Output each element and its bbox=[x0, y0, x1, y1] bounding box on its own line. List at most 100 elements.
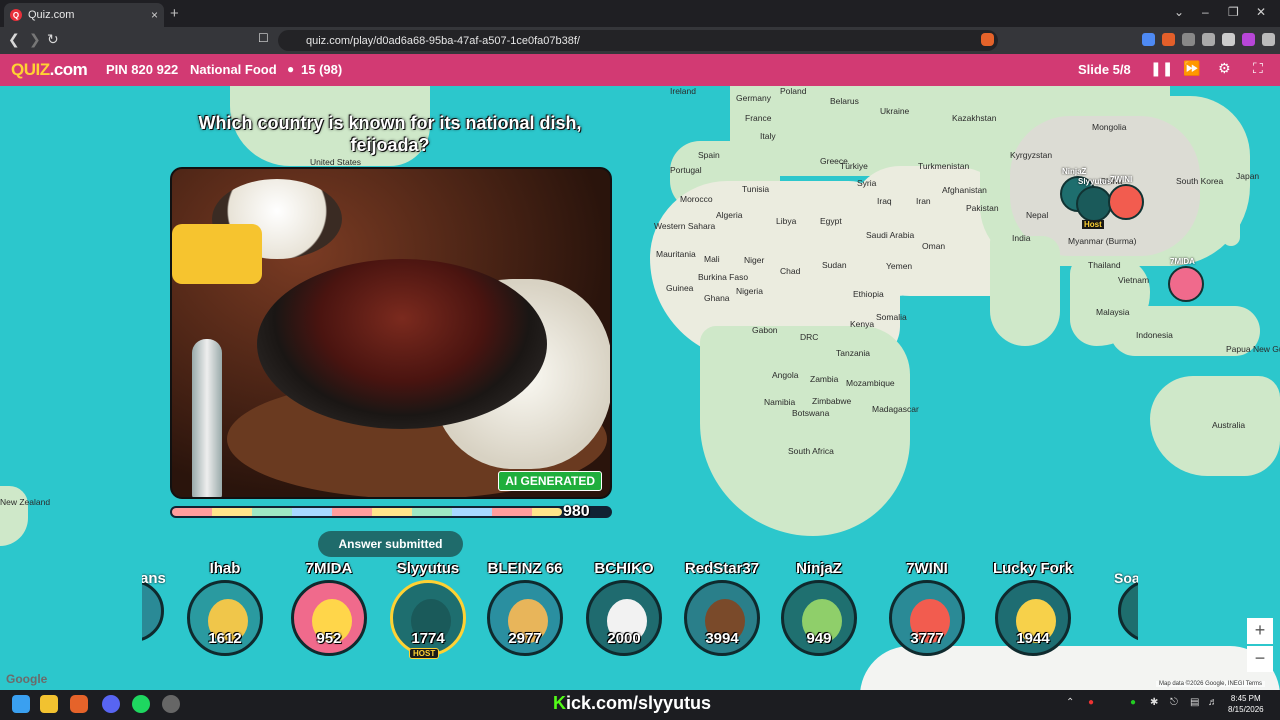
map-label: Botswana bbox=[792, 408, 830, 418]
start-icon[interactable] bbox=[12, 695, 30, 713]
map-marker-name: NinjaZ bbox=[1062, 167, 1087, 176]
player-card[interactable]: 7MIDA 952 bbox=[284, 560, 374, 656]
bluetooth-icon[interactable]: ✱ bbox=[1150, 697, 1158, 708]
leo-icon[interactable] bbox=[1242, 33, 1255, 46]
kick-channel-label: Kick.com/slyyutus bbox=[553, 693, 712, 713]
new-tab-button[interactable]: + bbox=[170, 5, 179, 22]
puzzle-icon[interactable] bbox=[1182, 33, 1195, 46]
forward-icon[interactable]: ❯ bbox=[29, 31, 41, 48]
player-card[interactable]: RedStar37 3994 bbox=[677, 560, 767, 656]
map-label: Tunisia bbox=[742, 184, 770, 194]
fullscreen-icon[interactable]: ⛶ bbox=[1253, 60, 1263, 77]
settings-icon[interactable]: ⚙ bbox=[1218, 60, 1231, 77]
bookmark-icon[interactable]: ☐ bbox=[258, 31, 269, 45]
address-bar[interactable]: quiz.com/play/d0ad6a68-95ba-47af-a507-1c… bbox=[278, 30, 998, 51]
translate-extension-icon[interactable] bbox=[1142, 33, 1155, 46]
map-label: Myanmar (Burma) bbox=[1068, 236, 1137, 246]
pause-icon[interactable]: ❚❚ bbox=[1150, 60, 1173, 77]
tab-search-icon[interactable]: ⌄ bbox=[1174, 5, 1184, 19]
map-label: Ghana bbox=[704, 293, 730, 303]
network-icon[interactable]: ▤ bbox=[1190, 697, 1199, 708]
menu-icon[interactable] bbox=[1262, 33, 1275, 46]
answer-submitted-badge: Answer submitted bbox=[318, 531, 463, 557]
spoon-illustration bbox=[192, 339, 222, 497]
sidebar-icon[interactable] bbox=[1222, 33, 1235, 46]
map-label: Kenya bbox=[850, 319, 875, 329]
player-name: RedStar37 bbox=[684, 560, 760, 577]
spotify-icon[interactable] bbox=[132, 695, 150, 713]
brave-shield-icon[interactable] bbox=[981, 33, 994, 46]
taskbar-clock[interactable]: 8:45 PM 8/15/2026 bbox=[1228, 693, 1264, 715]
brave-taskbar-icon[interactable] bbox=[70, 695, 88, 713]
player-score: 3994 bbox=[705, 630, 739, 647]
quiz-name: National Food bbox=[190, 62, 277, 77]
timer-bar-fill bbox=[172, 508, 562, 516]
file-explorer-icon[interactable] bbox=[40, 695, 58, 713]
ai-generated-badge: AI GENERATED bbox=[498, 471, 602, 491]
player-name: Slyyutus bbox=[396, 560, 460, 577]
map-player-marker[interactable] bbox=[1108, 184, 1144, 220]
map-label: Somalia bbox=[876, 312, 907, 322]
volume-icon[interactable]: ♬ bbox=[1208, 697, 1218, 708]
map-label: Iran bbox=[916, 196, 931, 206]
map-label: Namibia bbox=[764, 397, 796, 407]
south-africa-land bbox=[700, 326, 910, 536]
map-attribution[interactable]: Map data ©2026 Google, INEGI Terms bbox=[1156, 681, 1266, 687]
map-label: Niger bbox=[744, 255, 765, 265]
media-icon[interactable] bbox=[1202, 33, 1215, 46]
map-label: India bbox=[1012, 233, 1031, 243]
player-card[interactable]: Slyyutus 1774 HOST bbox=[383, 560, 473, 659]
player-name: 7MIDA bbox=[305, 560, 353, 577]
player-name: NinjaZ bbox=[796, 560, 842, 577]
back-icon[interactable]: ❮ bbox=[8, 31, 20, 48]
browser-tab-quiz[interactable]: Q Quiz.com × bbox=[4, 3, 164, 27]
skip-icon[interactable]: ⏩ bbox=[1183, 60, 1200, 77]
map-marker-name: 7WINI bbox=[1110, 175, 1133, 184]
player-card[interactable]: BLEINZ 66 2977 bbox=[480, 560, 570, 656]
map-label: Saudi Arabia bbox=[866, 230, 915, 240]
obs-icon[interactable] bbox=[162, 695, 180, 713]
tab-close-icon[interactable]: × bbox=[151, 8, 158, 22]
map-label: Nigeria bbox=[736, 286, 763, 296]
players-icon: ● bbox=[287, 62, 295, 76]
map-label: Malaysia bbox=[1096, 307, 1130, 317]
map-host-tag: Host bbox=[1082, 220, 1104, 229]
player-edge-right: Soarta bbox=[1114, 560, 1138, 645]
reload-icon[interactable]: ↻ bbox=[47, 31, 59, 48]
map-label: Chad bbox=[780, 266, 801, 276]
map-label: Pakistan bbox=[966, 203, 999, 213]
tray-app-icon[interactable]: ● bbox=[1088, 697, 1094, 708]
japan-land bbox=[1222, 176, 1240, 246]
player-card[interactable]: NinjaZ 949 bbox=[774, 560, 864, 656]
player-card[interactable]: Ihab 1612 bbox=[180, 560, 270, 656]
extension-icon[interactable] bbox=[1162, 33, 1175, 46]
player-card[interactable]: BCHIKO 2000 bbox=[579, 560, 669, 656]
map-label: Oman bbox=[922, 241, 946, 251]
map-label: Burkina Faso bbox=[698, 272, 749, 282]
tray-chevron-icon[interactable]: ⌃ bbox=[1066, 697, 1074, 708]
player-score: 1774 bbox=[411, 630, 445, 647]
map-label: Papua New Guinea bbox=[1226, 344, 1280, 354]
map-label: Vietnam bbox=[1118, 275, 1150, 285]
zoom-out-button[interactable]: − bbox=[1247, 646, 1273, 672]
browser-tab-strip: Q Quiz.com × + ⌄ – ❐ ✕ bbox=[0, 0, 1280, 27]
map-label: Indonesia bbox=[1136, 330, 1173, 340]
player-edge-left: ans bbox=[142, 560, 166, 645]
mic-icon[interactable]: ⎋ bbox=[1170, 697, 1178, 708]
close-window-button[interactable]: ✕ bbox=[1256, 5, 1266, 19]
maximize-button[interactable]: ❐ bbox=[1228, 5, 1239, 19]
discord-icon[interactable] bbox=[102, 695, 120, 713]
map-label: Afghanistan bbox=[942, 185, 987, 195]
zoom-in-button[interactable]: + bbox=[1247, 618, 1273, 644]
map-label: Mali bbox=[704, 254, 720, 264]
player-card[interactable]: 7WINI 3777 bbox=[882, 560, 972, 656]
minimize-button[interactable]: – bbox=[1202, 5, 1209, 19]
quiz-header: QUIZ.com PIN 820 922 National Food ● 15 … bbox=[0, 54, 1280, 86]
quiz-logo[interactable]: QUIZ.com bbox=[11, 60, 88, 80]
map-label: Kazakhstan bbox=[952, 113, 997, 123]
map-player-marker[interactable] bbox=[1168, 266, 1204, 302]
game-pin: PIN 820 922 bbox=[106, 62, 179, 77]
player-card[interactable]: Lucky Fork 1944 bbox=[988, 560, 1078, 656]
map-player-marker[interactable] bbox=[1076, 186, 1112, 222]
tray-status-icon[interactable]: ● bbox=[1130, 697, 1136, 708]
